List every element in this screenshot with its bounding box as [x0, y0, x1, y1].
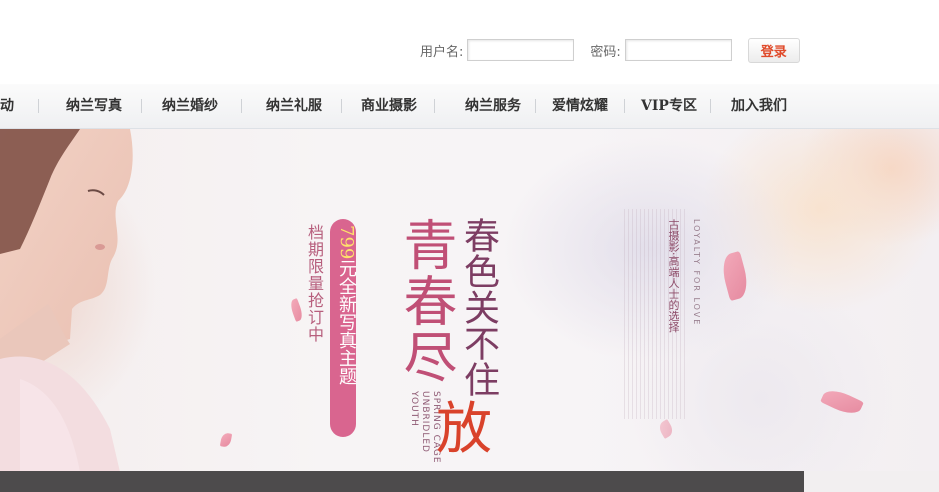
username-input[interactable] — [467, 39, 575, 61]
nav-item-gown[interactable]: 纳兰礼服 — [266, 84, 322, 128]
price-badge-number: 799 — [336, 225, 357, 260]
petal-decoration — [820, 385, 864, 419]
nav-divider — [710, 99, 711, 113]
banner-title-main: 青春尽 — [394, 217, 457, 385]
nav-item-commercial[interactable]: 商业摄影 — [361, 84, 417, 128]
model-portrait — [0, 129, 133, 472]
nav-divider — [535, 99, 536, 113]
nav-divider — [624, 99, 625, 113]
login-form: 用户名: 密码: 登录 — [420, 37, 800, 63]
nav-item-wedding[interactable]: 纳兰婚纱 — [162, 84, 218, 128]
nav-item-love-show[interactable]: 爱情炫耀 — [552, 84, 608, 128]
username-label: 用户名: — [420, 44, 464, 60]
promo-text: 档期限量抢订中 — [305, 224, 324, 343]
nav-divider — [141, 99, 142, 113]
banner-side-area — [804, 471, 939, 492]
nav-item-portrait[interactable]: 纳兰写真 — [66, 84, 122, 128]
petal-decoration — [219, 432, 233, 448]
password-label: 密码: — [590, 44, 621, 60]
banner-title-red: 放 — [436, 397, 492, 462]
banner-slogan: 古摄影·高端人士的选择 — [667, 219, 680, 333]
nav-divider — [341, 99, 342, 113]
hero-banner[interactable]: 档期限量抢订中 799元全新写真主题 青春尽 春色关不住 SPRING CAGE… — [0, 129, 939, 472]
banner-caption-bar — [0, 471, 804, 492]
banner-title-side: 春色关不住 — [458, 217, 499, 397]
main-nav: 活动 纳兰写真 纳兰婚纱 纳兰礼服 商业摄影 纳兰服务 爱情炫耀 VIP专区 加… — [0, 84, 939, 129]
petal-decoration — [288, 298, 305, 322]
nav-item-join-us[interactable]: 加入我们 — [731, 84, 787, 128]
petal-decoration — [656, 419, 676, 439]
banner-english-right: LOYALTY FOR LOVE — [692, 219, 701, 327]
top-links-cut: ··· ·· ·· ·· ··· — [585, 0, 646, 6]
nav-item-vip[interactable]: VIP专区 — [641, 84, 697, 128]
nav-divider — [38, 99, 39, 113]
nav-item-services[interactable]: 纳兰服务 — [465, 84, 521, 128]
nav-divider — [434, 99, 435, 113]
petal-decoration — [718, 250, 752, 302]
nav-divider — [241, 99, 242, 113]
nav-item-activities[interactable]: 活动 — [0, 84, 14, 128]
login-button[interactable]: 登录 — [747, 37, 800, 63]
password-input[interactable] — [624, 39, 732, 61]
price-badge-text: 799元全新写真主题 — [330, 225, 357, 386]
price-badge-label: 元全新写真主题 — [336, 259, 357, 386]
